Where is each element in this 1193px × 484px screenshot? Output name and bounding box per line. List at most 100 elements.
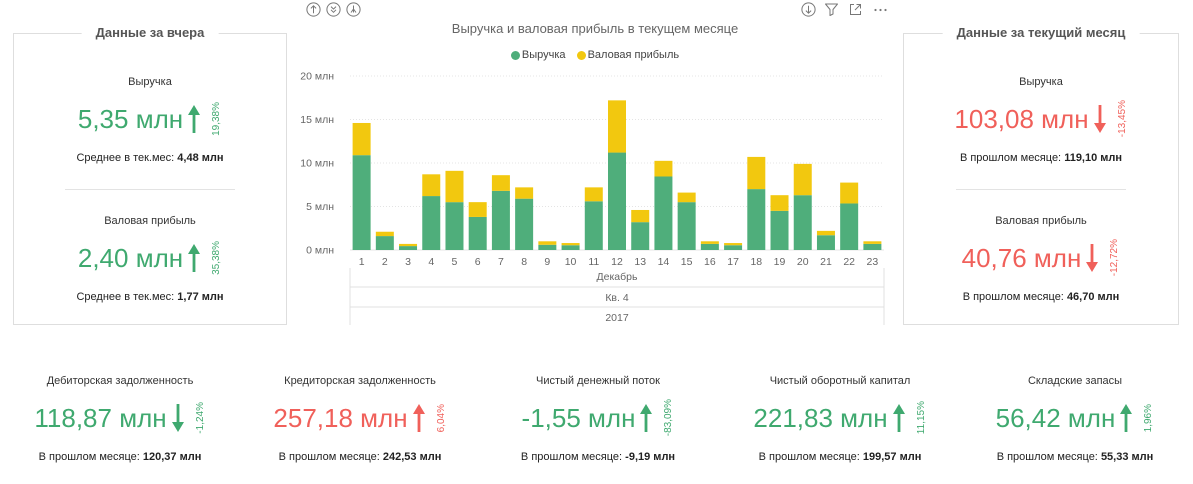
x-tick-label: 23: [867, 256, 879, 268]
bar-gross-profit[interactable]: [840, 182, 859, 204]
bar-revenue[interactable]: [793, 195, 812, 250]
dashboard-page: Данные за вчера Выручка 5,35 млн 19,38% …: [0, 0, 1193, 484]
x-hierarchy-label: Кв. 4: [605, 292, 629, 304]
y-tick-label: 20 млн: [300, 71, 334, 83]
bar-gross-profit[interactable]: [608, 100, 626, 153]
drill-up-icon[interactable]: [305, 2, 321, 17]
net-working-capital-card: Чистый оборотный капитал 221,83 млн 11,1…: [725, 374, 955, 466]
drill-down-mode-icon[interactable]: [800, 2, 816, 17]
payables-card: Кредиторская задолженность 257,18 млн 6,…: [245, 374, 475, 466]
bar-gross-profit[interactable]: [422, 174, 441, 197]
bar-revenue[interactable]: [375, 236, 394, 250]
legend-dot: [576, 50, 586, 60]
legend-item-gross-profit[interactable]: Валовая прибыль: [576, 48, 679, 62]
revenue-profit-chart: 0 млн5 млн10 млн15 млн20 млн1 2 3 4 5 6 7 8 9 10 1…: [300, 71, 885, 325]
bar-gross-profit[interactable]: [677, 192, 696, 203]
footer-label: В прошлом месяце:: [520, 451, 623, 463]
bar-gross-profit[interactable]: [352, 122, 371, 156]
go-to-next-level-icon[interactable]: [325, 2, 341, 17]
panel-divider: [65, 189, 235, 190]
bar-gross-profit[interactable]: [700, 241, 719, 244]
expand-hierarchy-icon[interactable]: [345, 2, 361, 17]
x-tick-label: 19: [774, 256, 786, 268]
bar-revenue[interactable]: [631, 222, 650, 250]
x-tick-label: 18: [750, 256, 762, 268]
bar-gross-profit[interactable]: [399, 243, 418, 247]
x-tick-label: 20: [797, 256, 809, 268]
x-tick-label: 16: [704, 256, 716, 268]
bar-revenue[interactable]: [515, 198, 534, 250]
bar-gross-profit[interactable]: [724, 243, 743, 246]
kpi-label: Валовая прибыль: [995, 215, 1087, 227]
kpi-label: Выручка: [128, 76, 172, 88]
more-options-icon[interactable]: [873, 2, 888, 17]
bar-gross-profit[interactable]: [491, 175, 510, 191]
kpi-value-row: 221,83 млн 11,15%: [725, 401, 955, 435]
bar-revenue[interactable]: [654, 176, 673, 250]
kpi-footer: В прошлом месяце: 199,57 млн: [725, 450, 955, 464]
bar-revenue[interactable]: [422, 196, 441, 250]
kpi-footer: В прошлом месяце: 46,70 млн: [904, 290, 1178, 304]
bar-gross-profit[interactable]: [816, 230, 835, 236]
bar-revenue[interactable]: [770, 210, 789, 250]
bar-gross-profit[interactable]: [468, 202, 487, 217]
bar-gross-profit[interactable]: [747, 156, 766, 190]
arrow-up-icon: [188, 105, 201, 133]
kpi-value-row: 2,40 млн 35,38%: [14, 241, 286, 275]
chart-title: Выручка и валовая прибыль в текущем меся…: [451, 21, 739, 36]
bar-revenue[interactable]: [608, 152, 626, 250]
yesterday-panel: Данные за вчера Выручка 5,35 млн 19,38% …: [13, 24, 287, 325]
bar-revenue[interactable]: [816, 235, 835, 250]
bar-revenue[interactable]: [747, 189, 766, 250]
bar-gross-profit[interactable]: [770, 195, 789, 211]
footer-label: В прошлом месяце:: [758, 451, 860, 463]
inventory-card: Складские запасы 56,42 млн 1,96% В прошл…: [960, 374, 1190, 466]
bar-gross-profit[interactable]: [631, 209, 650, 223]
bar-revenue[interactable]: [700, 243, 719, 250]
bar-gross-profit[interactable]: [515, 187, 534, 199]
bar-gross-profit[interactable]: [445, 170, 464, 203]
bar-gross-profit[interactable]: [584, 187, 603, 202]
legend-item-revenue[interactable]: Выручка: [510, 48, 566, 62]
kpi-value-row: 5,35 млн 19,38%: [14, 102, 286, 136]
x-tick-label: 14: [658, 256, 670, 268]
bar-revenue[interactable]: [399, 246, 418, 250]
x-tick-label: 15: [681, 256, 693, 268]
bar-gross-profit[interactable]: [654, 160, 673, 177]
legend-dot: [510, 50, 520, 60]
x-tick-label: 22: [843, 256, 855, 268]
bar-gross-profit[interactable]: [538, 241, 557, 245]
x-tick-label: 8: [521, 256, 527, 268]
bar-revenue[interactable]: [352, 155, 371, 250]
bar-gross-profit[interactable]: [863, 241, 882, 244]
kpi-footer: В прошлом месяце: 55,33 млн: [960, 450, 1190, 464]
kpi-footer: Среднее в тек.мес: 4,48 млн: [14, 151, 286, 165]
bar-revenue[interactable]: [445, 202, 464, 250]
bar-gross-profit[interactable]: [793, 163, 812, 196]
focus-mode-icon[interactable]: [848, 2, 863, 17]
bar-gross-profit[interactable]: [375, 231, 394, 237]
footer-value: 55,33 млн: [1100, 451, 1154, 463]
x-tick-label: 7: [498, 256, 504, 268]
x-tick-label: 1: [359, 256, 365, 268]
bar-gross-profit[interactable]: [561, 243, 580, 246]
filter-icon[interactable]: [824, 2, 839, 17]
bar-revenue[interactable]: [584, 201, 603, 250]
bar-revenue[interactable]: [863, 243, 882, 250]
bar-revenue[interactable]: [491, 190, 510, 250]
footer-label: В прошлом месяце:: [996, 451, 1098, 463]
x-tick-label: 11: [588, 256, 599, 268]
bar-revenue[interactable]: [840, 203, 859, 250]
kpi-footer: В прошлом месяце: 242,53 млн: [245, 450, 475, 464]
arrow-up-icon: [892, 404, 905, 432]
kpi-footer: Среднее в тек.мес: 1,77 млн: [14, 290, 286, 304]
footer-label: В прошлом месяце:: [962, 291, 1064, 303]
bar-revenue[interactable]: [538, 244, 557, 250]
kpi-footer: В прошлом месяце: 119,10 млн: [904, 151, 1178, 165]
bar-revenue[interactable]: [677, 202, 696, 250]
bar-revenue[interactable]: [561, 245, 580, 250]
current-month-panel: Данные за текущий месяц Выручка 103,08 м…: [903, 24, 1179, 325]
bar-revenue[interactable]: [724, 245, 743, 250]
bar-revenue[interactable]: [468, 216, 487, 250]
x-tick-label: 2: [382, 256, 388, 268]
